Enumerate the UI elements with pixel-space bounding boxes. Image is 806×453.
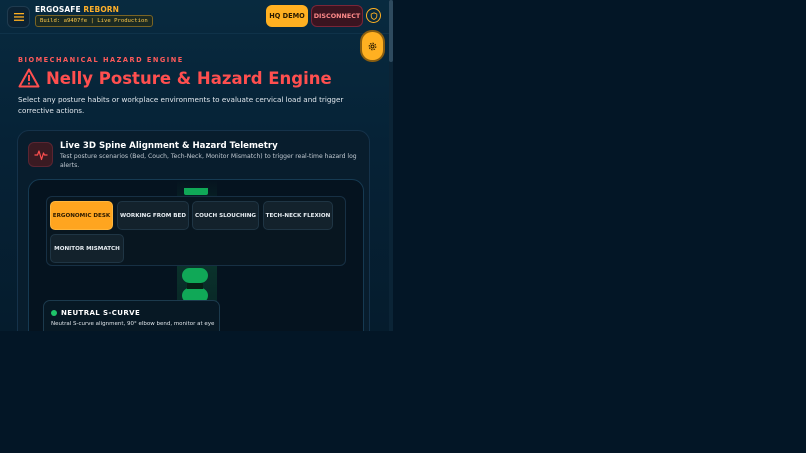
page-subtitle: Select any posture habits or workplace e… [18, 95, 344, 115]
posture-status-card: NEUTRAL S-CURVE Neutral S-curve alignmen… [43, 300, 220, 331]
posture-monitor-mismatch-button[interactable]: MONITOR MISMATCH [50, 234, 124, 263]
card-title: Live 3D Spine Alignment & Hazard Telemet… [60, 141, 278, 151]
page-title: Nelly Posture & Hazard Engine [46, 68, 332, 88]
status-description: Neutral S-curve alignment, 90° elbow ben… [51, 321, 215, 327]
page-title-row: Nelly Posture & Hazard Engine [18, 67, 332, 89]
posture-couch-slouching-button[interactable]: COUCH SLOUCHING [192, 201, 259, 230]
spine-vertebra [184, 188, 208, 195]
status-indicator [51, 310, 57, 316]
disconnect-button[interactable]: DISCONNECT [311, 5, 363, 27]
brand-name: ERGOSAFE [35, 5, 81, 14]
shield-icon [370, 11, 377, 20]
build-badge: Build: a9407fe | Live Production [35, 15, 153, 27]
section-eyebrow: BIOMECHANICAL HAZARD ENGINE [18, 56, 184, 64]
posture-selector: ERGONOMIC DESK WORKING FROM BED COUCH SL… [46, 196, 346, 266]
card-icon-badge [28, 142, 53, 167]
status-title: NEUTRAL S-CURVE [61, 309, 141, 317]
card-description: Test posture scenarios (Bed, Couch, Tech… [60, 153, 357, 169]
settings-button[interactable] [362, 32, 383, 60]
app-viewport: ERGOSAFE REBORN Build: a9407fe | Live Pr… [0, 0, 389, 331]
spine-vertebra [182, 268, 208, 283]
posture-working-from-bed-button[interactable]: WORKING FROM BED [117, 201, 189, 230]
page-scrollbar[interactable] [389, 0, 393, 331]
posture-tech-neck-flexion-button[interactable]: TECH-NECK FLEXION [263, 201, 333, 230]
menu-icon [13, 13, 24, 21]
pulse-icon [34, 149, 47, 160]
scrollbar-thumb[interactable] [389, 0, 393, 62]
spine-disc [187, 283, 203, 289]
shield-button[interactable] [366, 8, 381, 23]
menu-button[interactable] [7, 6, 30, 28]
hq-demo-button[interactable]: HQ DEMO [266, 5, 308, 27]
brand-suffix: REBORN [83, 5, 120, 14]
top-bar: ERGOSAFE REBORN Build: a9407fe | Live Pr… [0, 0, 389, 34]
gear-icon [368, 42, 377, 50]
warning-triangle-icon [18, 68, 40, 88]
app-brand: ERGOSAFE REBORN [35, 5, 119, 14]
posture-ergonomic-desk-button[interactable]: ERGONOMIC DESK [50, 201, 113, 230]
